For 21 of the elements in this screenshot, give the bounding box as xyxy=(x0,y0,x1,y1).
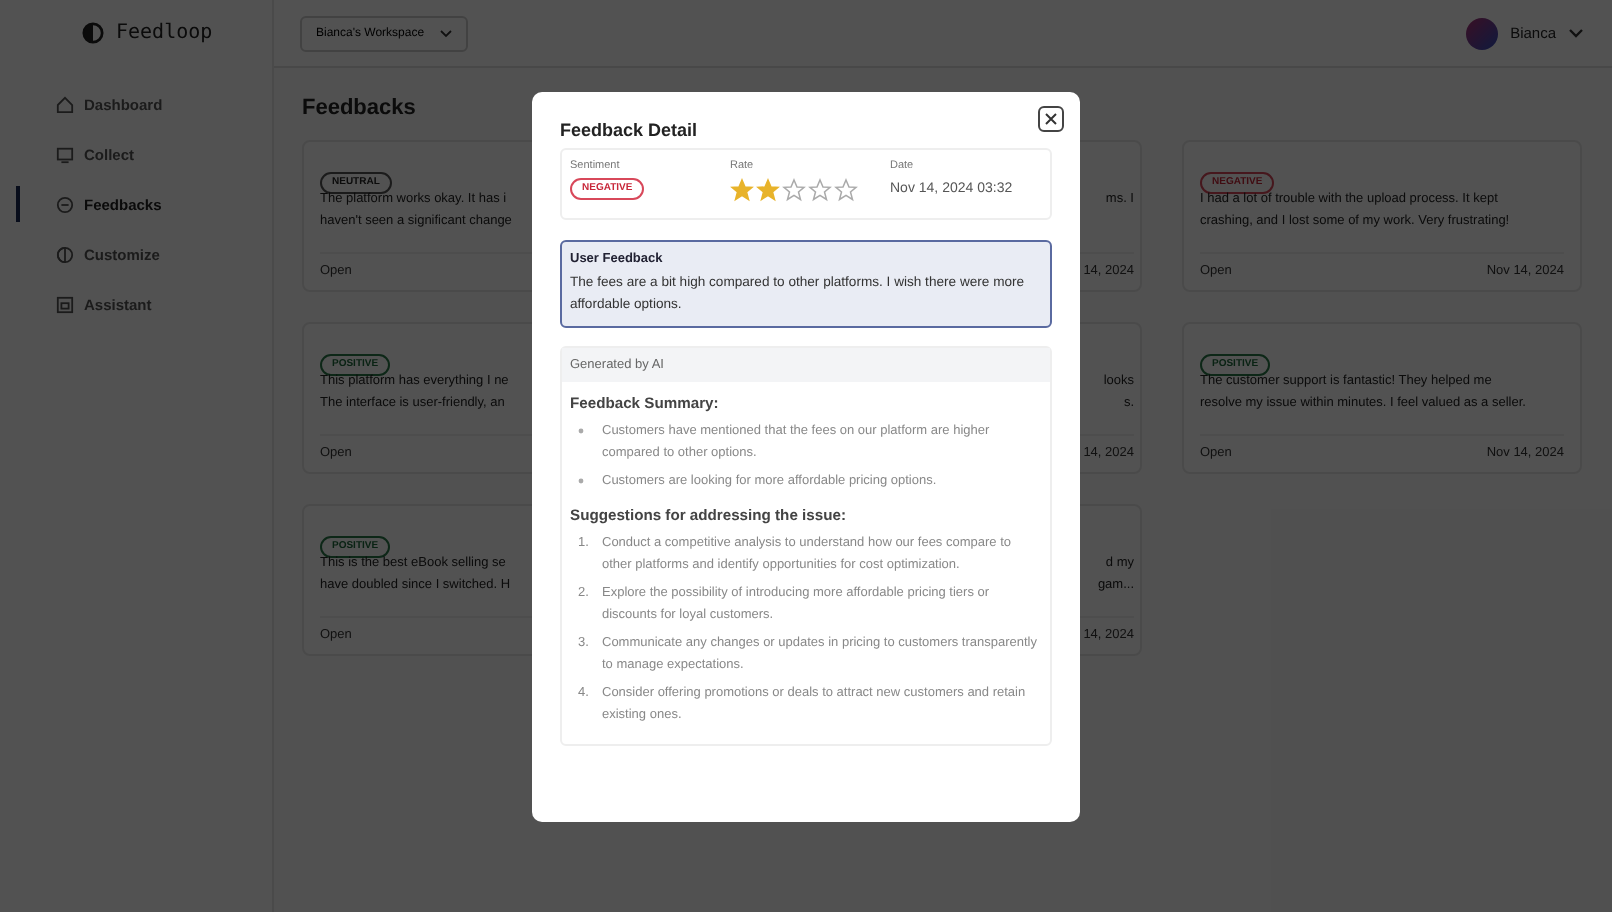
star-icon xyxy=(782,177,806,201)
monitor-icon xyxy=(56,145,74,163)
home-icon xyxy=(56,95,74,113)
half-circle-icon xyxy=(56,245,74,263)
chat-bubble-icon xyxy=(56,195,74,213)
brand-name: Feedloop xyxy=(116,22,213,44)
logo-icon xyxy=(82,22,104,44)
star-icon xyxy=(730,177,754,201)
star-icon xyxy=(808,177,832,201)
close-icon xyxy=(1044,111,1058,125)
chevron-down-icon[interactable] xyxy=(1568,28,1584,38)
dialog-title: Feedback Detail xyxy=(560,119,698,139)
bullet-icon xyxy=(578,427,584,433)
star-icon xyxy=(834,177,858,201)
framed-picture-icon xyxy=(56,295,74,313)
page-title: Feedbacks xyxy=(302,96,416,120)
star-icon xyxy=(756,177,780,201)
avatar xyxy=(1466,17,1499,49)
bullet-icon xyxy=(578,477,584,483)
chevron-down-icon xyxy=(440,29,453,37)
close-button[interactable] xyxy=(1038,105,1064,131)
